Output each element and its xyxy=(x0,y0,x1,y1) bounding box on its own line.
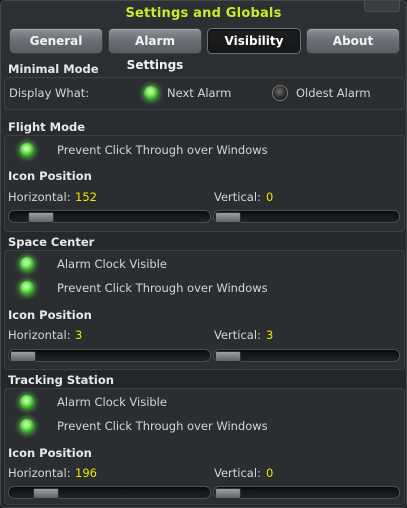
ts-vertical-label: Vertical: xyxy=(214,466,261,480)
tab-bar: General Alarm Settings Visibility About xyxy=(9,28,400,72)
ts-horizontal-slider[interactable] xyxy=(8,486,211,499)
flight-vertical-label: Vertical: xyxy=(214,190,261,204)
ts-horizontal-label: Horizontal: xyxy=(8,466,71,480)
settings-window: Settings and Globals General Alarm Setti… xyxy=(0,0,407,508)
sc-horizontal-slider[interactable] xyxy=(8,349,211,362)
ts-horizontal-value: 196 xyxy=(75,466,97,480)
ts-prevent-click-label[interactable]: Prevent Click Through over Windows xyxy=(57,419,268,433)
space-center-panel: Alarm Clock Visible Prevent Click Throug… xyxy=(4,250,405,370)
minimal-mode-heading: Minimal Mode xyxy=(8,62,99,76)
flight-horizontal-label: Horizontal: xyxy=(8,190,71,204)
window-resize-handle[interactable] xyxy=(364,1,400,12)
next-alarm-label[interactable]: Next Alarm xyxy=(167,86,231,100)
slider-thumb[interactable] xyxy=(33,488,59,499)
sc-horizontal-value: 3 xyxy=(75,328,83,342)
slider-thumb[interactable] xyxy=(10,351,36,362)
flight-prevent-click-label[interactable]: Prevent Click Through over Windows xyxy=(57,143,268,157)
tab-general[interactable]: General xyxy=(9,28,103,54)
space-center-heading: Space Center xyxy=(8,235,95,249)
window-title: Settings and Globals xyxy=(125,6,282,21)
sc-icon-position-heading: Icon Position xyxy=(8,308,92,322)
ts-alarm-clock-toggle[interactable] xyxy=(20,395,34,409)
ts-vertical-value: 0 xyxy=(266,466,274,480)
sc-vertical-value: 3 xyxy=(266,328,274,342)
minimal-mode-panel: Display What: Next Alarm Oldest Alarm xyxy=(4,77,405,110)
sc-alarm-clock-toggle[interactable] xyxy=(20,257,34,271)
tab-visibility[interactable]: Visibility xyxy=(207,28,301,54)
tracking-station-panel: Alarm Clock Visible Prevent Click Throug… xyxy=(4,388,405,505)
oldest-alarm-label[interactable]: Oldest Alarm xyxy=(296,86,371,100)
flight-icon-position-heading: Icon Position xyxy=(8,169,92,183)
slider-thumb[interactable] xyxy=(215,212,241,223)
ts-icon-position-heading: Icon Position xyxy=(8,446,92,460)
flight-vertical-value: 0 xyxy=(266,190,274,204)
flight-prevent-click-toggle[interactable] xyxy=(20,143,34,157)
tab-alarm-settings[interactable]: Alarm Settings xyxy=(108,28,202,72)
flight-horizontal-slider[interactable] xyxy=(8,210,211,223)
sc-horizontal-label: Horizontal: xyxy=(8,328,71,342)
flight-mode-heading: Flight Mode xyxy=(8,120,86,134)
ts-prevent-click-toggle[interactable] xyxy=(20,419,34,433)
display-what-label: Display What: xyxy=(9,86,90,100)
sc-prevent-click-label[interactable]: Prevent Click Through over Windows xyxy=(57,281,268,295)
tab-about[interactable]: About xyxy=(306,28,400,54)
slider-thumb[interactable] xyxy=(28,212,54,223)
next-alarm-radio[interactable] xyxy=(144,86,158,100)
sc-vertical-label: Vertical: xyxy=(214,328,261,342)
flight-mode-panel: Prevent Click Through over Windows Icon … xyxy=(4,135,405,232)
ts-vertical-slider[interactable] xyxy=(213,486,400,499)
slider-thumb[interactable] xyxy=(215,488,241,499)
tracking-station-heading: Tracking Station xyxy=(8,373,114,387)
sc-vertical-slider[interactable] xyxy=(213,349,400,362)
flight-vertical-slider[interactable] xyxy=(213,210,400,223)
sc-prevent-click-toggle[interactable] xyxy=(20,281,34,295)
sc-alarm-clock-label[interactable]: Alarm Clock Visible xyxy=(57,257,167,271)
ts-alarm-clock-label[interactable]: Alarm Clock Visible xyxy=(57,395,167,409)
slider-thumb[interactable] xyxy=(215,351,241,362)
flight-horizontal-value: 152 xyxy=(75,190,97,204)
oldest-alarm-radio[interactable] xyxy=(273,86,287,100)
